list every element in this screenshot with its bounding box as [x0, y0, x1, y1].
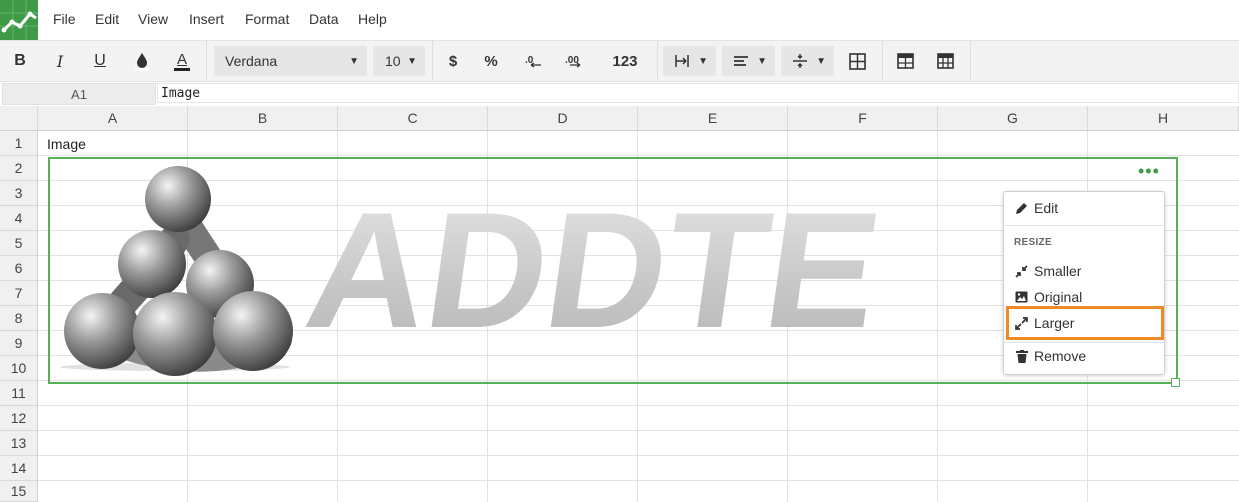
cell-reference-box[interactable]: A1: [2, 83, 156, 105]
chevron-down-icon: ▼: [407, 55, 417, 67]
fill-color-button[interactable]: [127, 41, 157, 81]
row-header[interactable]: 11: [0, 381, 38, 406]
currency-format-button[interactable]: $: [438, 41, 468, 81]
italic-button[interactable]: I: [45, 41, 75, 81]
logo-wordmark: ADDTE: [296, 179, 890, 363]
menu-insert[interactable]: Insert: [189, 11, 224, 27]
cell-a1[interactable]: Image: [47, 136, 86, 152]
menu-item-original[interactable]: Original: [1014, 289, 1082, 305]
row-header[interactable]: 7: [0, 281, 38, 306]
menu-item-label: Smaller: [1034, 263, 1082, 279]
column-header[interactable]: H: [1088, 106, 1239, 131]
row-header[interactable]: 12: [0, 406, 38, 431]
row-header[interactable]: 2: [0, 156, 38, 181]
menu-item-label: Original: [1034, 289, 1083, 305]
text-wrap-select[interactable]: ▼: [663, 46, 716, 76]
column-header[interactable]: F: [788, 106, 938, 131]
increase-decimal-icon: .00: [565, 55, 581, 68]
decrease-decimal-button[interactable]: .0: [518, 41, 548, 81]
menu-item-label: Edit: [1034, 200, 1059, 216]
table-rows-icon: [896, 53, 914, 69]
menu-divider: [1004, 342, 1164, 343]
menu-data[interactable]: Data: [309, 11, 339, 27]
vertical-align-icon: [793, 54, 807, 68]
column-header[interactable]: B: [188, 106, 338, 131]
highlight-box: [1006, 306, 1164, 340]
borders-button[interactable]: [842, 41, 872, 81]
select-all-corner[interactable]: [0, 106, 38, 131]
resize-section-header: RESIZE: [1014, 237, 1052, 248]
increase-decimal-button[interactable]: .00: [560, 41, 590, 81]
menu-divider: [1004, 225, 1164, 226]
bold-button[interactable]: B: [5, 41, 35, 81]
image-icon: [1014, 290, 1029, 305]
chevron-down-icon: ▼: [757, 55, 767, 67]
resize-handle[interactable]: [1171, 378, 1180, 387]
row-header[interactable]: 6: [0, 256, 38, 281]
toolbar: B I U A Verdana ▼ 10 ▼ $ % .0 .00 123 ▼ …: [0, 40, 1239, 82]
row-header[interactable]: 8: [0, 306, 38, 331]
row-header[interactable]: 15: [0, 481, 38, 502]
image-menu-button[interactable]: •••: [1138, 161, 1160, 182]
row-header[interactable]: 4: [0, 206, 38, 231]
font-size-select[interactable]: 10 ▼: [373, 46, 425, 76]
chevron-down-icon: ▼: [816, 55, 826, 67]
row-header[interactable]: 1: [0, 131, 38, 156]
number-format-button[interactable]: 123: [604, 41, 646, 81]
chevron-down-icon: ▼: [698, 55, 708, 67]
freeze-rows-button[interactable]: [890, 41, 920, 81]
chevron-down-icon: ▼: [349, 55, 359, 67]
row-header[interactable]: 10: [0, 356, 38, 381]
font-family-select[interactable]: Verdana ▼: [214, 46, 367, 76]
horizontal-align-select[interactable]: ▼: [722, 46, 775, 76]
percent-format-button[interactable]: %: [476, 41, 506, 81]
column-header[interactable]: D: [488, 106, 638, 131]
freeze-columns-button[interactable]: [930, 41, 960, 81]
column-header[interactable]: E: [638, 106, 788, 131]
shrink-icon: [1014, 264, 1029, 279]
svg-text:.00: .00: [565, 55, 579, 66]
app-logo[interactable]: [0, 0, 38, 40]
decrease-decimal-icon: .0: [525, 55, 541, 68]
sheet-logo-icon: [0, 0, 38, 40]
fill-drop-icon: [135, 53, 149, 71]
column-header[interactable]: A: [38, 106, 188, 131]
row-header[interactable]: 5: [0, 231, 38, 256]
text-overflow-icon: [675, 55, 689, 67]
menu-format[interactable]: Format: [245, 11, 289, 27]
column-header[interactable]: C: [338, 106, 488, 131]
menu-item-edit[interactable]: Edit: [1014, 200, 1058, 216]
column-header[interactable]: G: [938, 106, 1088, 131]
table-grid-icon: [936, 53, 954, 69]
text-color-button[interactable]: A: [167, 41, 197, 81]
pencil-icon: [1014, 201, 1029, 216]
image-context-menu: Edit RESIZE Smaller Original Larger Remo…: [1003, 191, 1165, 375]
borders-icon: [848, 52, 866, 70]
menu-item-remove[interactable]: Remove: [1014, 348, 1086, 364]
formula-input[interactable]: Image: [157, 83, 1239, 103]
trash-icon: [1014, 349, 1029, 364]
text-color-icon: A: [176, 50, 187, 68]
menu-file[interactable]: File: [53, 11, 76, 27]
align-left-icon: [734, 56, 748, 66]
menu-view[interactable]: View: [138, 11, 168, 27]
menu-help[interactable]: Help: [358, 11, 387, 27]
font-size-value: 10: [385, 53, 401, 69]
row-header[interactable]: 13: [0, 431, 38, 456]
menu-item-smaller[interactable]: Smaller: [1014, 263, 1081, 279]
menu-edit[interactable]: Edit: [95, 11, 119, 27]
row-header[interactable]: 14: [0, 456, 38, 481]
underline-button[interactable]: U: [85, 41, 115, 81]
vertical-align-select[interactable]: ▼: [781, 46, 834, 76]
row-header[interactable]: 3: [0, 181, 38, 206]
row-header[interactable]: 9: [0, 331, 38, 356]
font-family-value: Verdana: [225, 53, 278, 69]
menu-item-label: Remove: [1034, 348, 1087, 364]
